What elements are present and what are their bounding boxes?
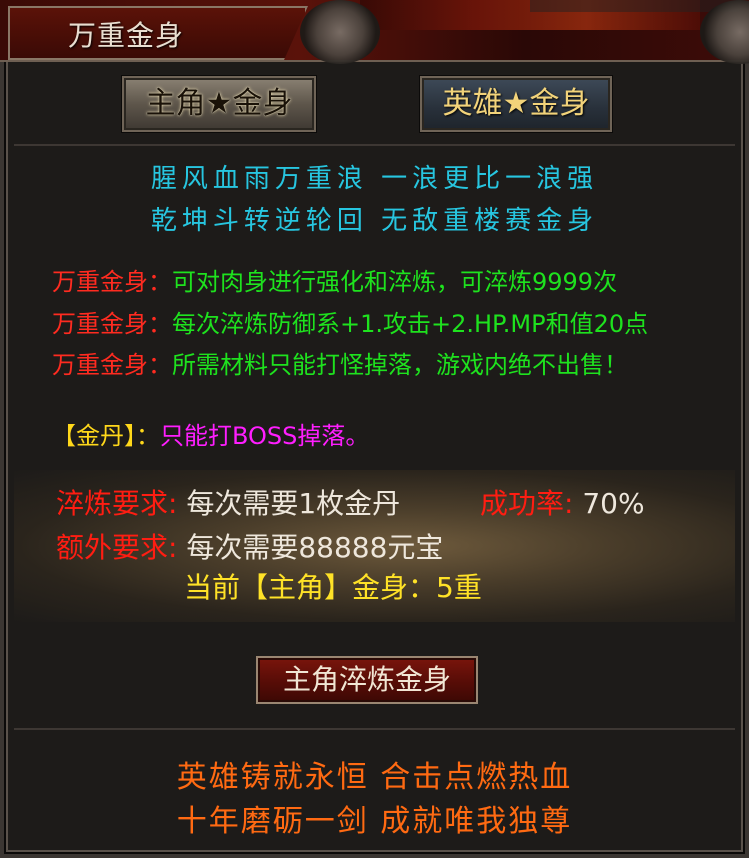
- poem-line-1: 腥风血雨万重浪 一浪更比一浪强: [150, 164, 599, 194]
- success-rate: 成功率: 70%: [480, 482, 645, 522]
- jindan-label: 【金丹】：: [52, 422, 160, 450]
- footer-line-2: 十年磨砺一剑 成就唯我独尊: [176, 804, 573, 839]
- extra-requirement: 额外要求: 每次需要88888元宝: [56, 526, 443, 566]
- window-title: 万重金身: [68, 19, 185, 52]
- info-text: 所需材料只能打怪掉落，游戏内绝不出售！: [172, 351, 628, 379]
- divider: [14, 728, 735, 730]
- jindan-text: 只能打BOSS掉落。: [160, 422, 370, 450]
- info-text: 可对肉身进行强化和淬炼，可淬炼9999次: [172, 268, 618, 296]
- rate-value: 70%: [582, 487, 645, 520]
- footer-line-1: 英雄铸就永恒 合击点燃热血: [176, 760, 573, 795]
- extra-label: 额外要求:: [56, 531, 178, 564]
- poem-line-2: 乾坤斗转逆轮回 无敌重楼赛金身: [150, 206, 599, 236]
- top-overlay: [530, 0, 740, 12]
- info-line-1: 万重金身：可对肉身进行强化和淬炼，可淬炼9999次: [52, 262, 617, 297]
- current-level: 当前【主角】金身：5重: [184, 571, 482, 604]
- extra-value: 每次需要88888元宝: [186, 531, 444, 564]
- refine-requirement: 淬炼要求: 每次需要1枚金丹: [56, 482, 400, 522]
- ornament-icon: [300, 0, 380, 64]
- tab-main-role[interactable]: 主角★金身: [122, 76, 316, 132]
- divider: [14, 144, 735, 146]
- info-label: 万重金身：: [52, 351, 172, 379]
- info-line-2: 万重金身：每次淬炼防御系+1.攻击+2.HP.MP和值20点: [52, 304, 648, 339]
- refine-button[interactable]: 主角淬炼金身: [256, 656, 478, 704]
- info-label: 万重金身：: [52, 268, 172, 296]
- info-text: 每次淬炼防御系+1.攻击+2.HP.MP和值20点: [172, 310, 649, 338]
- tab-hero[interactable]: 英雄★金身: [420, 76, 612, 132]
- refine-label: 淬炼要求:: [56, 487, 178, 520]
- rate-label: 成功率:: [480, 487, 574, 520]
- refine-value: 每次需要1枚金丹: [186, 487, 401, 520]
- jindan-line: 【金丹】：只能打BOSS掉落。: [52, 416, 369, 451]
- info-label: 万重金身：: [52, 310, 172, 338]
- info-line-3: 万重金身：所需材料只能打怪掉落，游戏内绝不出售！: [52, 345, 628, 380]
